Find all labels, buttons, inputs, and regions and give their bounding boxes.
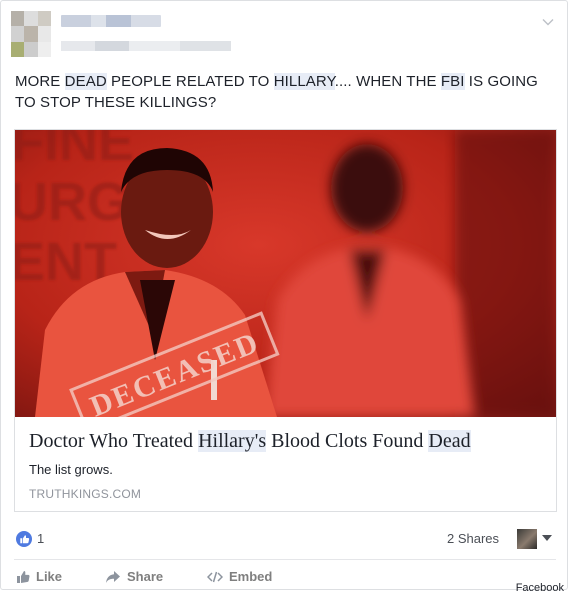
link-title-segment: Doctor Who Treated — [29, 430, 199, 452]
embed-label: Embed — [229, 569, 273, 584]
link-title-segment: Blood Clots Found — [266, 430, 429, 452]
avatar[interactable] — [11, 11, 51, 57]
embed-button[interactable]: Embed — [207, 569, 272, 584]
svg-text:FINE: FINE — [15, 130, 134, 172]
link-title[interactable]: Doctor Who Treated Hillary's Blood Clots… — [29, 428, 549, 454]
link-title-segment[interactable]: Dead — [428, 430, 471, 452]
share-button[interactable]: Share — [105, 569, 163, 584]
share-label: Share — [127, 569, 164, 584]
like-label: Like — [36, 569, 63, 584]
post-text-segment[interactable]: DEAD — [64, 73, 107, 90]
link-title-segment[interactable]: Hillary's — [198, 430, 267, 452]
share-arrow-icon — [106, 570, 120, 583]
image-credit: Facebook — [515, 582, 564, 594]
thumbs-up-icon — [17, 570, 30, 583]
post-text-segment: .... WHEN THE — [334, 73, 441, 90]
share-as-avatar[interactable] — [517, 529, 537, 549]
chevron-down-icon[interactable] — [541, 15, 555, 29]
link-preview-image[interactable]: FINE URG ENT DECEASED — [15, 130, 556, 417]
like-count[interactable]: 1 — [37, 531, 44, 546]
shares-count[interactable]: 2 Shares — [447, 531, 499, 546]
post-text-segment: MORE — [15, 73, 65, 90]
post-text-segment[interactable]: FBI — [440, 73, 465, 90]
like-reaction-icon[interactable] — [16, 531, 32, 547]
link-description: The list grows. — [29, 462, 113, 477]
post-text-segment[interactable]: HILLARY — [273, 73, 335, 90]
link-domain: TRUTHKINGS.COM — [29, 487, 142, 501]
doctor-photo-illustration: FINE URG ENT DECEASED — [15, 130, 556, 417]
post-text: MORE DEAD PEOPLE RELATED TO HILLARY.... … — [15, 71, 555, 113]
divider — [14, 559, 556, 560]
link-preview[interactable]: FINE URG ENT DECEASED Doctor Who Treated… — [14, 129, 557, 512]
poster-name-blurred[interactable] — [61, 15, 161, 27]
post-text-segment: PEOPLE RELATED TO — [106, 73, 274, 90]
facebook-post-card: MORE DEAD PEOPLE RELATED TO HILLARY.... … — [0, 0, 568, 590]
post-meta-blurred — [61, 41, 231, 51]
svg-text:URG: URG — [15, 172, 129, 232]
caret-down-icon[interactable] — [542, 535, 552, 541]
code-icon — [207, 571, 223, 582]
like-button[interactable]: Like — [16, 569, 62, 584]
